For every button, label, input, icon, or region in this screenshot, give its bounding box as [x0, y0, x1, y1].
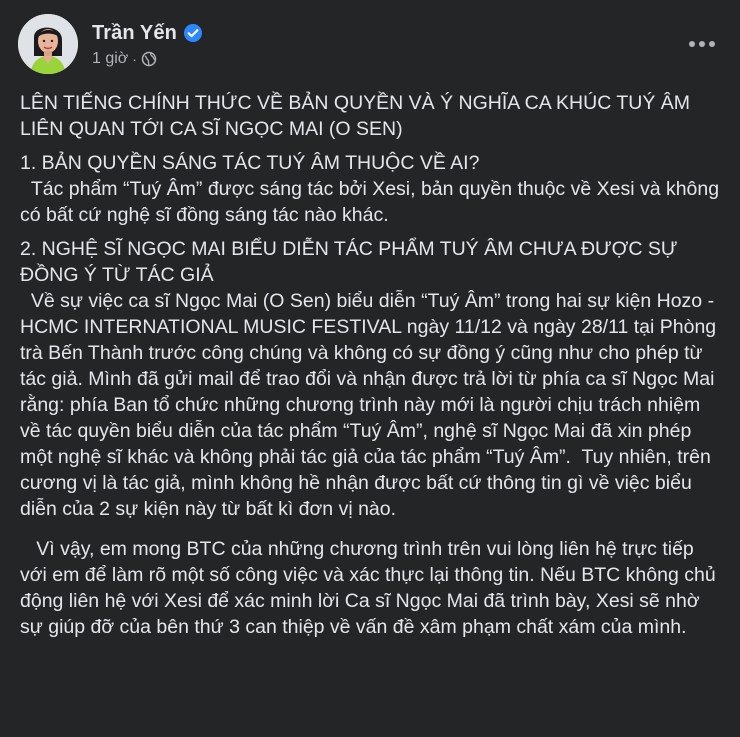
facebook-post: Trần Yến 1 giờ · LÊN TIẾNG CHÍNH THỨC VỀ…	[0, 0, 740, 737]
author-name[interactable]: Trần Yến	[92, 22, 177, 45]
author-row: Trần Yến	[92, 20, 203, 46]
post-title: LÊN TIẾNG CHÍNH THỨC VỀ BẢN QUYỀN VÀ Ý N…	[20, 92, 696, 140]
section-2-text: Về sự việc ca sĩ Ngọc Mai (O Sen) biểu d…	[20, 290, 722, 520]
section-2-heading: 2. NGHỆ SĨ NGỌC MAI BIỂU DIỄN TÁC PHẨM T…	[20, 238, 683, 286]
post-header: Trần Yến 1 giờ ·	[18, 14, 203, 74]
avatar-image	[18, 14, 78, 74]
section-1-heading: 1. BẢN QUYỀN SÁNG TÁC TUÝ ÂM THUỘC VỀ AI…	[20, 152, 480, 174]
post-time-row: 1 giờ ·	[92, 50, 203, 68]
post-timestamp[interactable]: 1 giờ	[92, 50, 128, 68]
more-horizontal-icon	[699, 41, 705, 47]
author-avatar[interactable]	[18, 14, 78, 74]
more-options-button[interactable]	[682, 26, 722, 62]
more-horizontal-icon	[689, 41, 695, 47]
globe-icon[interactable]	[141, 51, 157, 67]
time-separator: ·	[132, 51, 137, 67]
more-horizontal-icon	[709, 41, 715, 47]
post-meta: Trần Yến 1 giờ ·	[92, 20, 203, 68]
post-content: LÊN TIẾNG CHÍNH THỨC VỀ BẢN QUYỀN VÀ Ý N…	[20, 90, 720, 640]
verified-badge-icon	[183, 23, 203, 43]
section-1-text: Tác phẩm “Tuý Âm” được sáng tác bởi Xesi…	[20, 178, 725, 226]
closing-paragraph: Vì vậy, em mong BTC của những chương trì…	[20, 538, 722, 638]
